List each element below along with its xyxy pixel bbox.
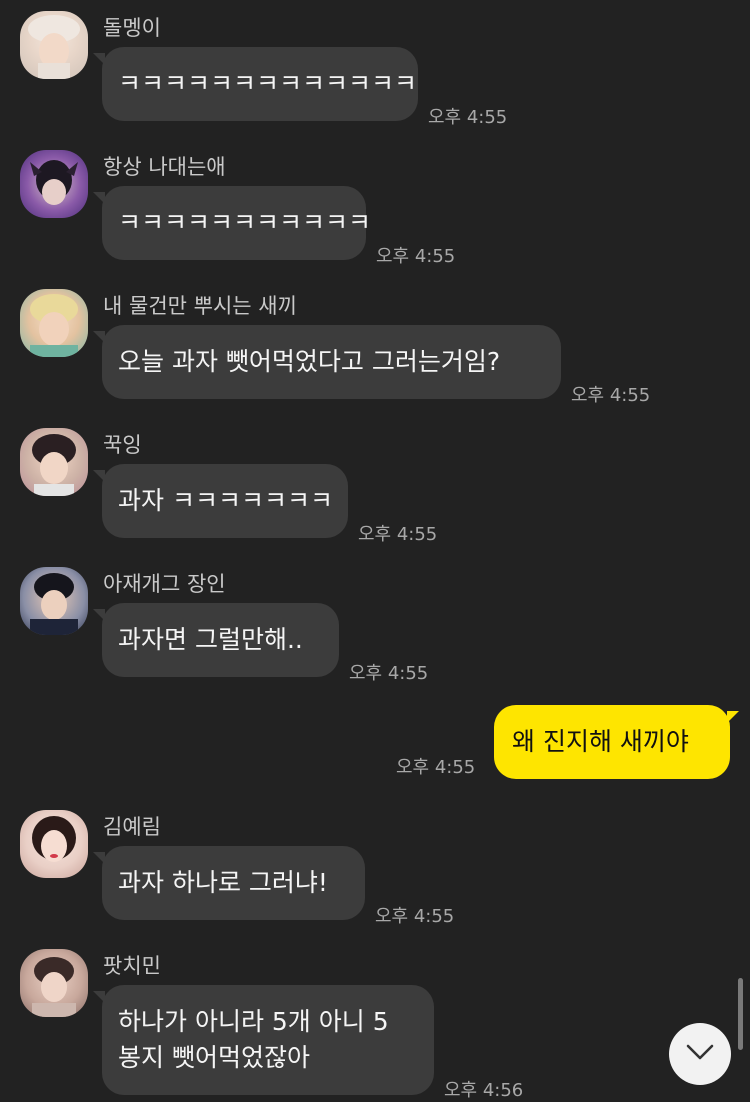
chevron-down-icon xyxy=(685,1043,715,1065)
avatar[interactable] xyxy=(20,567,88,635)
avatar[interactable] xyxy=(20,289,88,357)
message-bubble[interactable]: 하나가 아니라 5개 아니 5 봉지 뺏어먹었잖아 xyxy=(93,985,434,1095)
message-time: 오후 4:55 xyxy=(358,524,438,545)
message-bubble[interactable]: 오늘 과자 뺏어먹었다고 그러는거임? xyxy=(93,325,561,399)
sender-name: 꾹잉 xyxy=(103,433,142,457)
message-time: 오후 4:55 xyxy=(376,246,456,267)
sender-name: 아재개그 장인 xyxy=(103,572,226,596)
message-time: 오후 4:55 xyxy=(396,757,476,778)
sender-name: 내 물건만 뿌시는 새끼 xyxy=(103,294,297,318)
message-time: 오후 4:55 xyxy=(375,906,455,927)
message-line: 하나가 아니라 5개 아니 5 xyxy=(118,1007,389,1036)
sender-name: 항상 나대는애 xyxy=(103,155,226,179)
message-time: 오후 4:55 xyxy=(349,663,429,684)
scroll-down-button[interactable] xyxy=(669,1023,731,1085)
avatar[interactable] xyxy=(20,428,88,496)
avatar[interactable] xyxy=(20,150,88,218)
message-bubble[interactable]: ㅋㅋㅋㅋㅋㅋㅋㅋㅋㅋㅋ xyxy=(93,186,371,260)
message-bubble[interactable]: ㅋㅋㅋㅋㅋㅋㅋㅋㅋㅋㅋㅋㅋ xyxy=(93,47,418,121)
message-bubble[interactable]: 과자 하나로 그러냐! xyxy=(93,846,365,920)
my-message-bubble[interactable]: 왜 진지해 새끼야 xyxy=(494,705,739,779)
avatar[interactable] xyxy=(20,810,88,878)
sender-name: 팟치민 xyxy=(103,954,161,978)
message-time: 오후 4:55 xyxy=(428,107,508,128)
scrollbar[interactable] xyxy=(738,978,743,1050)
message-line: 봉지 뺏어먹었잖아 xyxy=(118,1043,310,1072)
avatar[interactable] xyxy=(20,949,88,1017)
sender-name: 돌멩이 xyxy=(103,16,161,40)
avatar[interactable] xyxy=(20,11,88,79)
message-bubble[interactable]: 과자면 그럴만해.. xyxy=(93,603,339,677)
message-time: 오후 4:55 xyxy=(571,385,651,406)
message-bubble[interactable]: 과자 ㅋㅋㅋㅋㅋㅋㅋ xyxy=(93,464,348,538)
message-time: 오후 4:56 xyxy=(444,1080,524,1101)
sender-name: 김예림 xyxy=(103,815,161,839)
